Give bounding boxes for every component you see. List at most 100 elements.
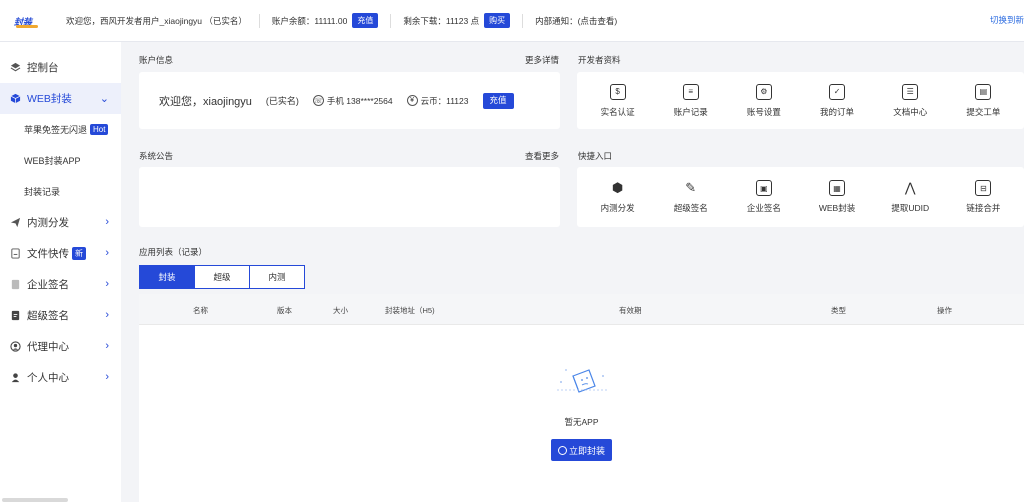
records-icon: ≡ — [682, 83, 699, 100]
buy-button[interactable]: 购买 — [484, 13, 511, 28]
divider — [390, 13, 392, 28]
yen-icon: ¥ — [406, 95, 418, 106]
quick-item-web-pack[interactable]: ▦ WEB封装 — [807, 180, 867, 214]
dev-item-account-records[interactable]: ≡ 账户记录 — [661, 83, 721, 118]
sidebar-item-beta-dist[interactable]: 内测分发 › — [0, 207, 121, 238]
web-icon: ▦ — [829, 180, 846, 196]
logo[interactable]: 封装 — [14, 13, 40, 29]
sidebar-item-super-sign[interactable]: 超级签名 › — [0, 300, 121, 331]
notice-more-link[interactable]: 查看更多 — [525, 150, 559, 162]
logo-underline — [16, 24, 38, 28]
sidebar-scrollbar[interactable] — [2, 498, 68, 502]
dev-item-label: 账户记录 — [673, 106, 708, 117]
quick-item-get-udid[interactable]: ⋀ 提取UDID — [880, 180, 940, 214]
account-coins: ¥ 云币：11123 — [406, 95, 469, 107]
sidebar-item-enterprise-sign[interactable]: 企业签名 › — [0, 269, 121, 300]
new-badge: 新 — [72, 247, 86, 260]
sidebar-item-label: 控制台 — [27, 62, 59, 74]
divider — [258, 13, 260, 28]
account-card: 欢迎您，xiaojingyu (已实名) ☏ 手机 138****2564 ¥ … — [139, 72, 560, 129]
sidebar-item-label: 企业签名 — [27, 279, 69, 291]
notice-section-title: 系统公告 — [139, 151, 174, 161]
sidebar-item-console[interactable]: 控制台 — [0, 52, 121, 83]
dev-item-docs[interactable]: ☰ 文档中心 — [880, 83, 940, 118]
top-bar: 封装 欢迎您，西风开发者用户_xiaojingyu （已实名） 账户余额：111… — [0, 0, 1024, 42]
quick-item-label: 企业签名 — [746, 203, 781, 213]
dev-item-label: 我的订单 — [820, 106, 855, 117]
divider — [522, 13, 524, 28]
sign-icon — [9, 310, 21, 322]
pack-now-label: 立即封装 — [568, 445, 605, 456]
box-icon — [9, 93, 21, 105]
account-section-title: 账户信息 — [139, 55, 174, 65]
quick-item-label: 超级签名 — [673, 203, 708, 213]
dev-item-label: 文档中心 — [893, 106, 928, 117]
pen-icon: ✎ — [685, 180, 697, 195]
sidebar-subitem-apple-sign[interactable]: 苹果免签无闪退 Hot — [0, 114, 121, 145]
recharge-button[interactable]: 充值 — [352, 13, 379, 28]
package-icon — [557, 445, 567, 455]
sidebar-item-agent-center[interactable]: 代理中心 › — [0, 331, 121, 362]
apps-section-title: 应用列表（记录） — [139, 247, 208, 257]
quick-item-label: 提取UDID — [891, 203, 930, 213]
account-welcome: 欢迎您，xiaojingyu — [159, 95, 252, 108]
empty-state: 暂无APP 立即封装 — [139, 362, 1024, 461]
quick-section-title: 快捷入口 — [578, 151, 613, 161]
dev-item-submit-ticket[interactable]: ▤ 提交工单 — [953, 83, 1013, 118]
chevron-down-icon: ⌄ — [99, 93, 109, 105]
phone-text: 手机 138****2564 — [326, 95, 393, 106]
sidebar-item-label: 封装记录 — [24, 187, 61, 197]
dev-item-my-orders[interactable]: ✓ 我的订单 — [807, 83, 867, 118]
account-phone: ☏ 手机 138****2564 — [312, 95, 393, 107]
cube-icon: ⬢ — [611, 180, 624, 195]
dev-item-label: 实名认证 — [600, 106, 635, 117]
main-content: 账户信息 更多详情 欢迎您，xiaojingyu (已实名) ☏ 手机 138*… — [121, 42, 1024, 502]
account-more-link[interactable]: 更多详情 — [525, 54, 559, 66]
sidebar-item-label: WEB封装 — [27, 93, 72, 105]
dev-card: $ 实名认证 ≡ 账户记录 ⚙ 账号设置 ✓ 我的订单 ☰ 文档中心 ▤ 提交工… — [577, 72, 1024, 129]
table-header: 名称 版本 大小 封装地址（H5) 有效期 类型 操作 — [139, 294, 1024, 325]
column-header: 类型 — [831, 306, 846, 315]
enterprise-icon: ▣ — [755, 180, 772, 196]
phone-icon: ☏ — [312, 95, 324, 106]
account-recharge-button[interactable]: 充值 — [482, 92, 514, 109]
quick-item-enterprise-sign[interactable]: ▣ 企业签名 — [734, 180, 794, 214]
empty-text: 暂无APP — [564, 417, 599, 427]
sidebar-subitem-web-app[interactable]: WEB封装APP — [0, 145, 121, 176]
pack-now-button[interactable]: 立即封装 — [550, 439, 612, 461]
sidebar-item-label: 内测分发 — [27, 217, 69, 229]
column-header: 大小 — [333, 306, 348, 315]
dev-item-account-settings[interactable]: ⚙ 账号设置 — [734, 83, 794, 118]
quick-item-beta-dist[interactable]: ⬢ 内测分发 — [588, 180, 648, 214]
document-icon: ☰ — [902, 83, 919, 100]
sidebar-item-file-transfer[interactable]: 文件快传 新 › — [0, 238, 121, 269]
udid-icon: ⋀ — [904, 180, 916, 195]
switch-new-link[interactable]: 切换到新 — [990, 14, 1024, 26]
account-verified: (已实名) — [265, 96, 299, 106]
sidebar-item-personal-center[interactable]: 个人中心 › — [0, 362, 121, 393]
dev-item-label: 提交工单 — [966, 106, 1001, 117]
column-header: 封装地址（H5) — [385, 306, 435, 315]
balance-label: 账户余额：11111.00 — [271, 15, 348, 26]
order-icon: ✓ — [829, 83, 846, 100]
chevron-right-icon: › — [105, 371, 109, 383]
dev-section-title: 开发者资料 — [578, 55, 621, 65]
notice-link[interactable]: 内部通知：(点击查看) — [535, 15, 617, 27]
layers-icon — [9, 62, 21, 74]
quick-item-link-merge[interactable]: ⊟ 链接合并 — [953, 180, 1013, 214]
tab-pack[interactable]: 封装 — [139, 265, 195, 289]
ticket-icon: ▤ — [975, 83, 992, 100]
dev-item-realname[interactable]: $ 实名认证 — [588, 83, 648, 118]
apps-tabs: 封装 超级 内测 — [139, 265, 305, 289]
sidebar-subitem-pack-records[interactable]: 封装记录 — [0, 176, 121, 207]
settings-card-icon: ⚙ — [755, 83, 772, 100]
chevron-right-icon: › — [105, 340, 109, 352]
tab-super[interactable]: 超级 — [194, 265, 250, 289]
chevron-right-icon: › — [105, 247, 109, 259]
welcome-text: 欢迎您，西风开发者用户_xiaojingyu （已实名） — [66, 15, 247, 26]
tab-beta[interactable]: 内测 — [249, 265, 305, 289]
quick-item-super-sign[interactable]: ✎ 超级签名 — [661, 180, 721, 214]
sidebar-item-web-pack[interactable]: WEB封装 ⌄ — [0, 83, 121, 114]
sidebar-item-label: 苹果免签无闪退 — [24, 125, 88, 135]
column-header: 版本 — [277, 306, 292, 315]
